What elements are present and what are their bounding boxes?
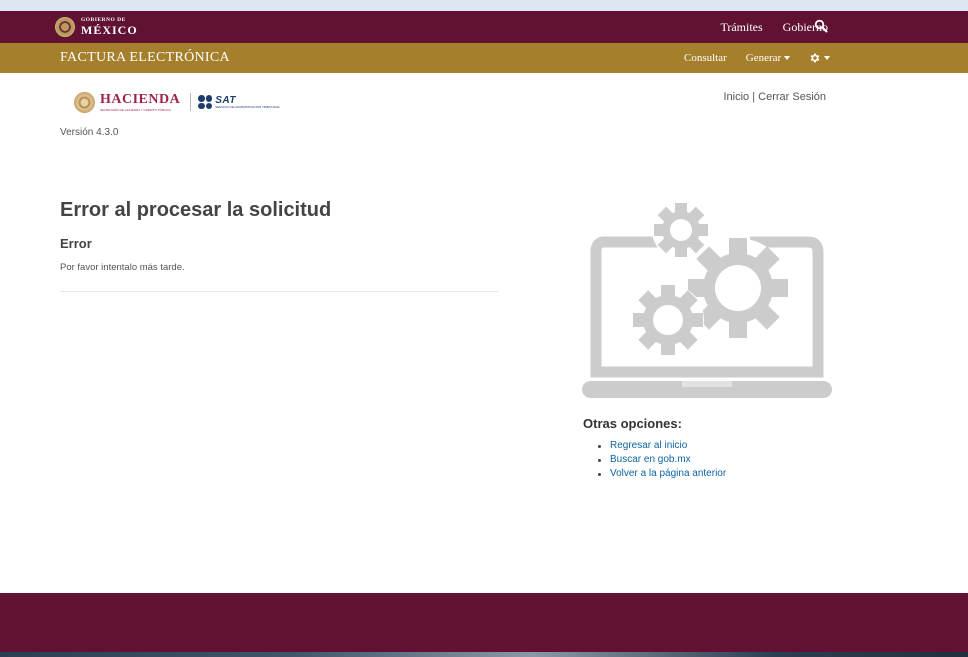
list-item: Volver a la página anterior — [598, 467, 726, 481]
hacienda-emblem-icon — [74, 91, 95, 113]
footer — [0, 593, 968, 652]
taskbar-strip — [0, 652, 968, 657]
chevron-down-icon — [784, 56, 791, 61]
error-title: Error al procesar la solicitud — [60, 199, 332, 221]
regresar-inicio-link[interactable]: Regresar al inicio — [610, 440, 687, 451]
error-subtitle: Error — [60, 236, 92, 251]
error-message: Por favor intentalo más tarde. — [60, 262, 185, 273]
other-options-title: Otras opciones: — [583, 416, 682, 431]
laptop-gears-icon — [582, 201, 832, 398]
gob-nav: Trámites Gobierno — [720, 11, 828, 43]
list-item: Regresar al inicio — [598, 439, 726, 453]
factura-title[interactable]: FACTURA ELECTRÓNICA — [60, 43, 230, 73]
gear-icon — [810, 53, 820, 63]
chevron-down-icon — [824, 56, 831, 60]
session-links: Inicio | Cerrar Sesión — [723, 91, 826, 103]
list-item: Buscar en gob.mx — [598, 453, 726, 467]
hacienda-logo-subtext: SECRETARÍA DE HACIENDA Y CRÉDITO PÚBLICO — [100, 107, 171, 112]
gob-logo-big: MÉXICO — [81, 22, 138, 37]
nav-tramites-link[interactable]: Trámites — [720, 20, 762, 35]
other-options-list: Regresar al inicio Buscar en gob.mx Volv… — [598, 439, 726, 481]
search-icon[interactable] — [814, 19, 828, 33]
factura-bar: FACTURA ELECTRÓNICA Consultar Generar — [0, 43, 968, 73]
settings-menu[interactable] — [809, 52, 831, 64]
sat-logo-subtext: SERVICIO DE ADMINISTRACIÓN TRIBUTARIA — [215, 104, 280, 109]
buscar-gob-link[interactable]: Buscar en gob.mx — [610, 454, 691, 465]
institution-logos: HACIENDA SECRETARÍA DE HACIENDA Y CRÉDIT… — [74, 90, 280, 114]
generar-label: Generar — [745, 52, 782, 64]
mexico-emblem-icon — [55, 17, 75, 37]
inicio-link[interactable]: Inicio — [723, 91, 749, 103]
gob-mx-logo[interactable]: GOBIERNO DE MÉXICO — [55, 16, 138, 38]
sat-logo-icon — [198, 95, 213, 109]
consultar-menu[interactable]: Consultar — [684, 52, 727, 64]
generar-menu[interactable]: Generar — [745, 52, 791, 64]
sat-logo-text: SAT — [215, 94, 236, 106]
gob-logo-text: GOBIERNO DE MÉXICO — [81, 18, 138, 36]
divider — [60, 291, 498, 292]
hacienda-logo: HACIENDA SECRETARÍA DE HACIENDA Y CRÉDIT… — [100, 91, 181, 112]
logo-divider — [190, 93, 192, 111]
gob-header: GOBIERNO DE MÉXICO Trámites Gobierno — [0, 11, 968, 43]
version-label: Versión 4.3.0 — [60, 127, 119, 138]
volver-pagina-link[interactable]: Volver a la página anterior — [610, 468, 726, 479]
browser-top-strip — [0, 0, 968, 11]
cerrar-sesion-link[interactable]: Cerrar Sesión — [758, 91, 826, 103]
link-separator: | — [752, 91, 756, 103]
sat-logo: SAT SERVICIO DE ADMINISTRACIÓN TRIBUTARI… — [215, 94, 280, 109]
hacienda-logo-text: HACIENDA — [100, 91, 181, 107]
factura-nav: Consultar Generar — [684, 43, 831, 73]
